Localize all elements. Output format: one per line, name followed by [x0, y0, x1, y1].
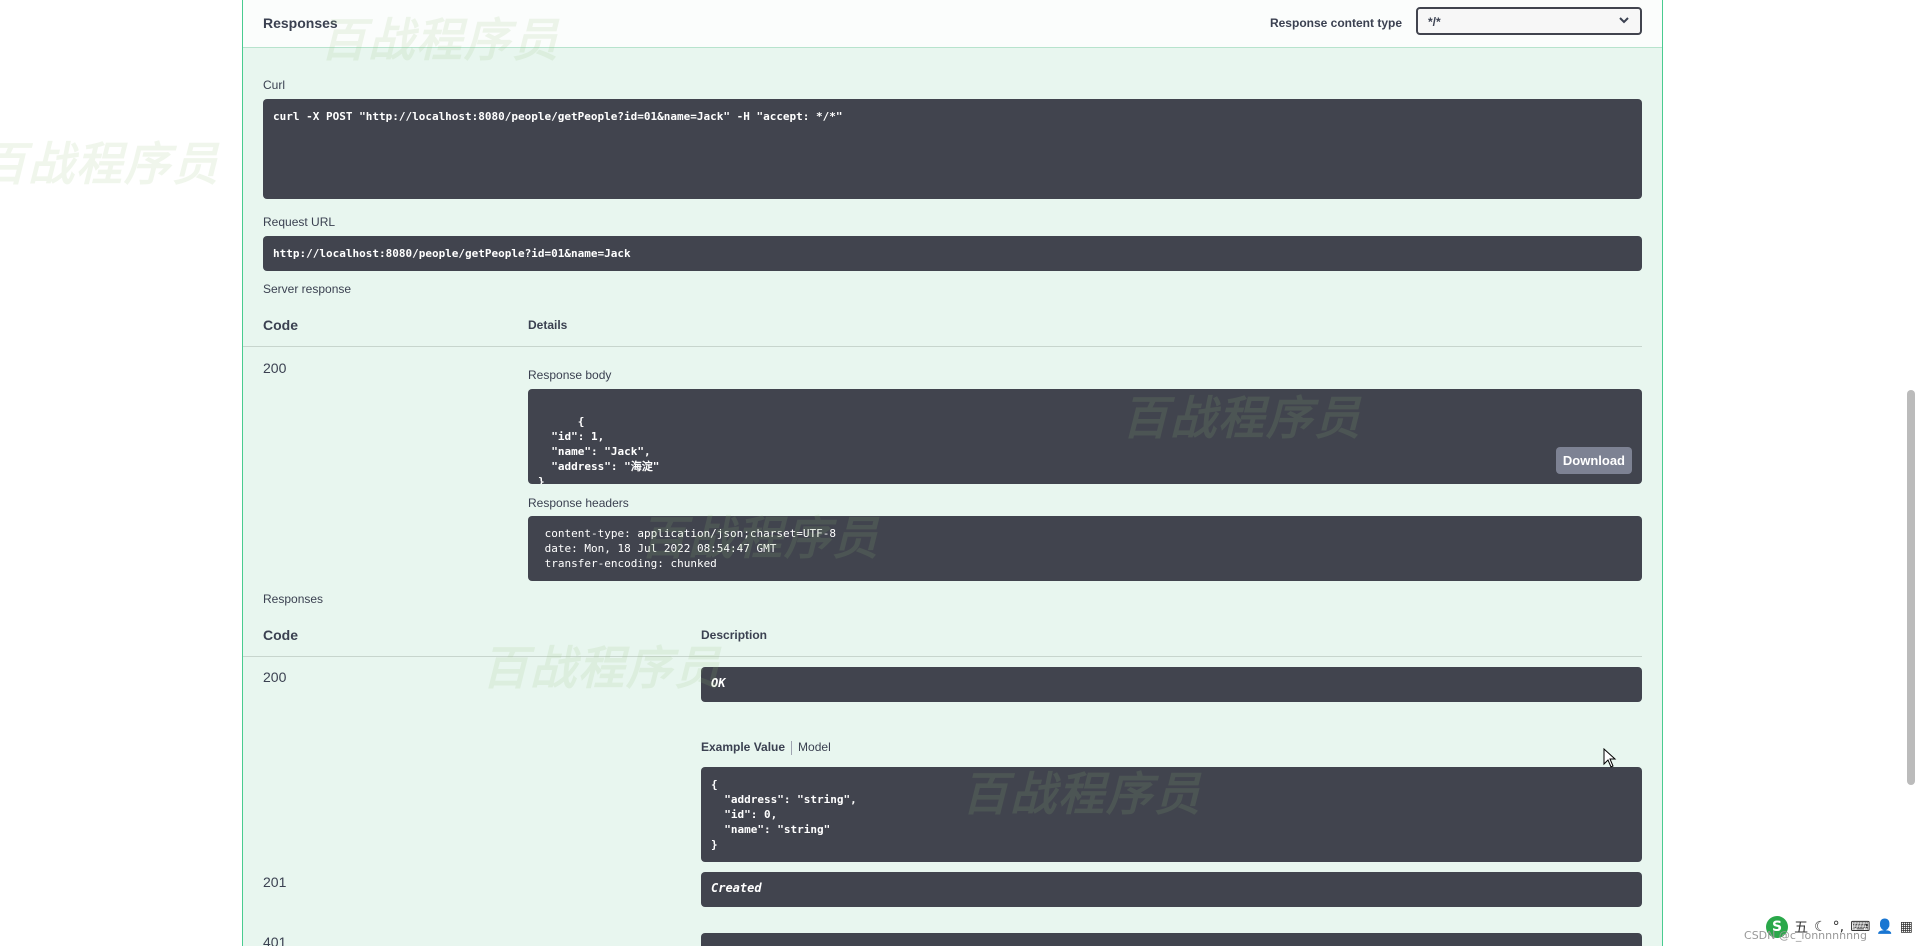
response-content-type-label: Response content type: [1269, 16, 1402, 30]
example-model-tabs: Example Value Model: [701, 740, 831, 755]
request-url-label: Request URL: [263, 215, 336, 229]
grid-icon[interactable]: ▦: [1900, 919, 1913, 935]
response-body-label: Response body: [528, 368, 612, 382]
page-scrollbar[interactable]: [1907, 390, 1915, 785]
watermark: 百战程序员: [0, 137, 220, 191]
response-headers-label: Response headers: [528, 496, 629, 510]
response-code-401: 401: [263, 934, 287, 946]
page: Responses Response content type */* Curl…: [0, 0, 1919, 946]
csdn-credit: CSDN @c_lonnnnnnng: [1744, 929, 1867, 942]
mouse-cursor-icon: [1603, 747, 1617, 768]
responses-header: Responses Response content type */*: [243, 0, 1662, 48]
response-description-200: OK: [701, 667, 1642, 702]
response-code-201: 201: [263, 874, 287, 890]
responses-description-header: Description: [701, 628, 768, 642]
operation-block: Responses Response content type */* Curl…: [242, 0, 1663, 946]
response-content-type-select[interactable]: */*: [1416, 7, 1642, 35]
chevron-down-icon: [1618, 14, 1630, 29]
download-button[interactable]: Download: [1555, 447, 1632, 474]
responses-label: Responses: [263, 592, 324, 606]
response-description-201: Created: [701, 872, 1642, 907]
responses-divider: [243, 656, 1642, 657]
server-response-divider: [243, 346, 1642, 347]
response-code-200: 200: [263, 669, 287, 685]
responses-code-header: Code: [263, 627, 298, 643]
curl-command-box[interactable]: curl -X POST "http://localhost:8080/peop…: [263, 99, 1642, 199]
tab-model[interactable]: Model: [798, 740, 831, 754]
response-body-text: { "id": 1, "name": "Jack", "address": "海…: [538, 415, 660, 484]
tab-separator: [791, 740, 793, 755]
response-body-box[interactable]: { "id": 1, "name": "Jack", "address": "海…: [528, 389, 1642, 484]
example-value-box[interactable]: { "address": "string", "id": 0, "name": …: [701, 767, 1642, 862]
curl-label: Curl: [263, 78, 286, 92]
system-tray: S 五 ☾ °, ⌨ 👤 ▦ CSDN @c_lonnnnnnng: [1744, 914, 1913, 942]
responses-header-title: Responses: [263, 15, 338, 31]
request-url-box[interactable]: http://localhost:8080/people/getPeople?i…: [263, 236, 1642, 271]
tab-example-value[interactable]: Example Value: [701, 740, 785, 754]
server-response-code-header: Code: [263, 317, 298, 333]
server-response-details-header: Details: [528, 318, 568, 332]
response-description-401: [701, 933, 1642, 946]
server-response-label: Server response: [263, 282, 352, 296]
user-icon[interactable]: 👤: [1876, 919, 1893, 935]
response-headers-box[interactable]: content-type: application/json;charset=U…: [528, 516, 1642, 581]
server-response-code: 200: [263, 360, 287, 376]
response-content-type-value: */*: [1428, 15, 1441, 29]
